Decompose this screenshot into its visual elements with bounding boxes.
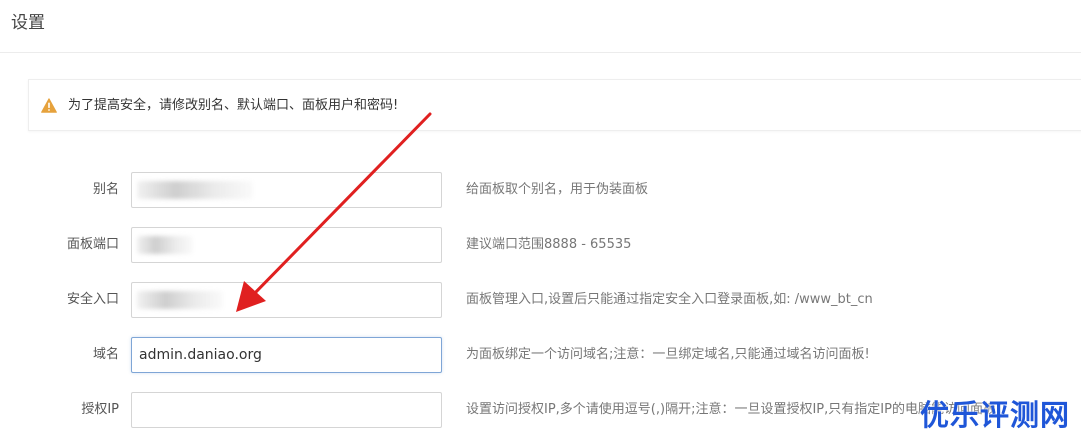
- alias-help-text: 给面板取个别名，用于伪装面板: [466, 182, 649, 197]
- security-warning-banner: 为了提高安全，请修改别名、默认端口、面板用户和密码!: [28, 79, 1081, 131]
- watermark: 优乐评测网: [920, 398, 1071, 432]
- warning-triangle-icon: [41, 98, 57, 113]
- domain-input[interactable]: [131, 337, 442, 373]
- form-row-authorized-ip: 授权IP 设置访问授权IP,多个请使用逗号(,)隔开;注意：一旦设置授权IP,只…: [0, 392, 1081, 428]
- warning-text: 为了提高安全，请修改别名、默认端口、面板用户和密码!: [68, 98, 399, 113]
- security-entry-help-text: 面板管理入口,设置后只能通过指定安全入口登录面板,如: /www_bt_cn: [466, 292, 873, 307]
- form-row-panel-port: 面板端口 建议端口范围8888 - 65535: [0, 227, 1081, 263]
- panel-port-label: 面板端口: [66, 237, 119, 252]
- domain-label: 域名: [92, 347, 119, 362]
- form-row-security-entry: 安全入口 面板管理入口,设置后只能通过指定安全入口登录面板,如: /www_bt…: [0, 282, 1081, 318]
- alias-input[interactable]: [131, 172, 442, 208]
- security-entry-label: 安全入口: [66, 292, 119, 307]
- authorized-ip-input[interactable]: [131, 392, 442, 428]
- form-row-alias: 别名 给面板取个别名，用于伪装面板: [0, 172, 1081, 208]
- security-entry-input[interactable]: [131, 282, 442, 318]
- authorized-ip-label: 授权IP: [81, 402, 119, 417]
- title-divider: [0, 52, 1081, 53]
- page-title: 设置: [11, 13, 45, 33]
- alias-label: 别名: [92, 182, 119, 197]
- form-row-domain: 域名 为面板绑定一个访问域名;注意：一旦绑定域名,只能通过域名访问面板!: [0, 337, 1081, 373]
- domain-help-text: 为面板绑定一个访问域名;注意：一旦绑定域名,只能通过域名访问面板!: [466, 347, 870, 362]
- panel-port-input[interactable]: [131, 227, 442, 263]
- panel-port-help-text: 建议端口范围8888 - 65535: [466, 237, 632, 252]
